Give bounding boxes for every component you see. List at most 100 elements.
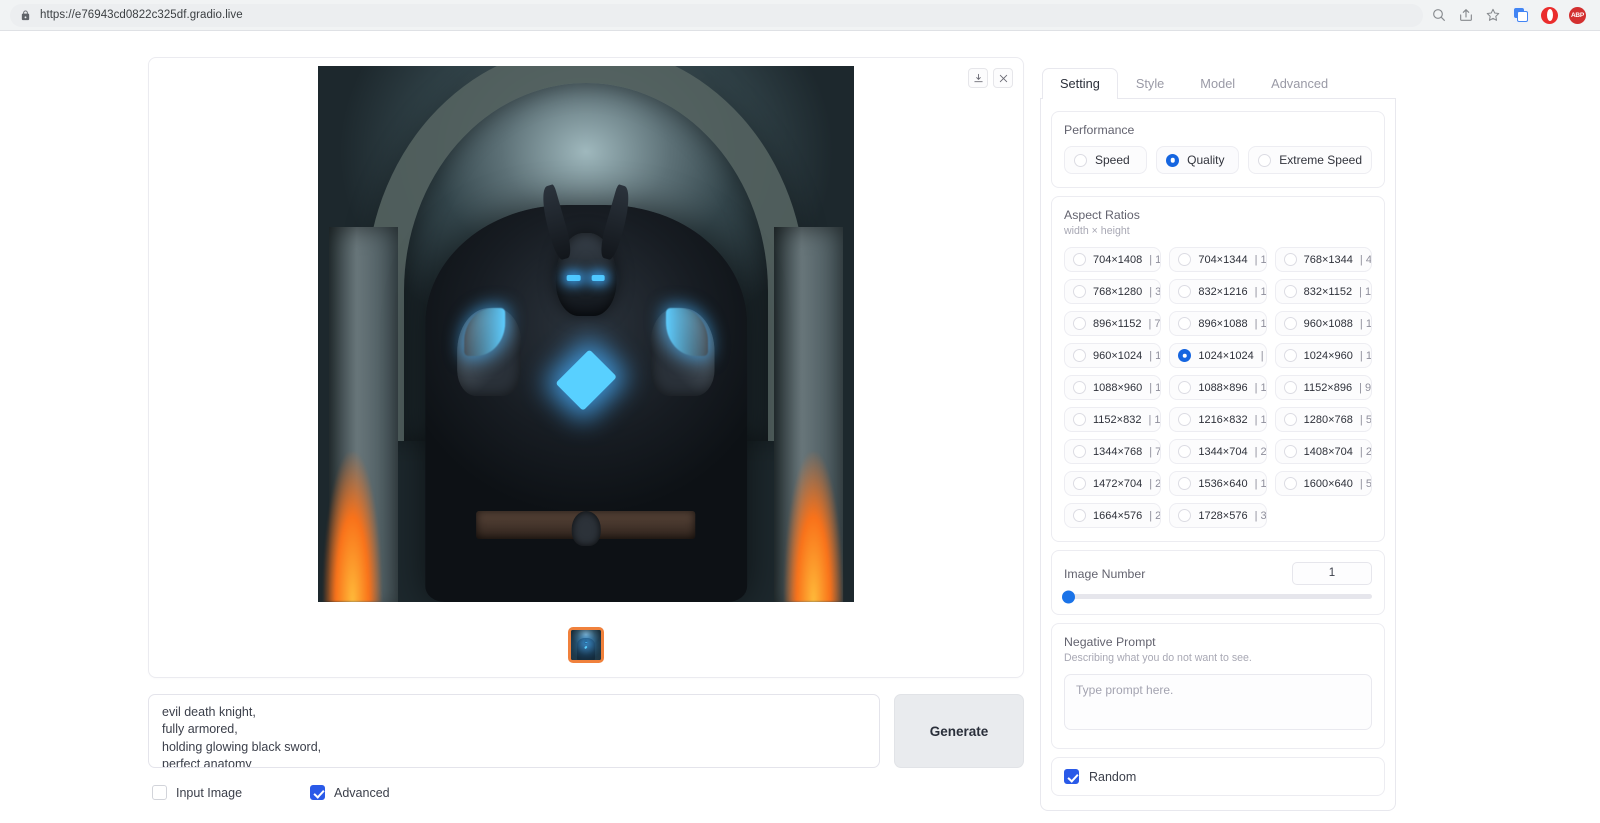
input-image-checkbox[interactable] — [152, 785, 167, 800]
aspect-ratios-sublabel: width × height — [1064, 225, 1130, 237]
advanced-checkbox[interactable] — [310, 785, 326, 800]
radio-icon[interactable] — [1073, 253, 1086, 266]
radio-icon[interactable] — [1178, 381, 1192, 394]
generate-button[interactable]: Generate — [894, 694, 1024, 768]
radio-icon[interactable] — [1073, 285, 1086, 298]
radio-icon[interactable] — [1073, 509, 1086, 522]
radio-icon[interactable] — [1166, 153, 1180, 167]
aspect-ratio-ratio: | 26:9 — [1149, 509, 1162, 522]
aspect-ratio-option-1152x896[interactable]: 1152×896 | 9:7 — [1274, 375, 1372, 400]
adblock-extension-icon[interactable]: ABP — [1569, 6, 1586, 24]
slider-thumb[interactable] — [1062, 590, 1075, 603]
aspect-ratio-option-1280x768[interactable]: 1280×768 | 5:3 — [1274, 407, 1372, 432]
performance-option-speed[interactable]: Speed — [1064, 146, 1148, 174]
input-image-option[interactable]: Input Image — [152, 785, 242, 800]
performance-option-quality[interactable]: Quality — [1156, 146, 1240, 174]
translate-extension-icon[interactable] — [1512, 6, 1530, 24]
share-icon[interactable] — [1458, 7, 1474, 23]
aspect-ratio-ratio: | 13:18 — [1359, 285, 1372, 298]
radio-icon[interactable] — [1283, 317, 1297, 330]
aspect-ratio-option-1344x704[interactable]: 1344×704 | 21:11 — [1169, 439, 1267, 464]
opera-extension-icon[interactable] — [1541, 6, 1558, 24]
image-number-slider[interactable] — [1062, 590, 1372, 603]
radio-icon[interactable] — [1283, 413, 1297, 426]
random-checkbox[interactable] — [1064, 769, 1079, 784]
aspect-ratio-option-1472x704[interactable]: 1472×704 | 23:11 — [1064, 471, 1162, 496]
image-number-value[interactable]: 1 — [1292, 562, 1372, 585]
thumbnail-item[interactable] — [568, 627, 604, 663]
aspect-ratio-option-1728x576[interactable]: 1728×576 | 3:1 — [1169, 503, 1267, 528]
image-number-label: Image Number — [1064, 566, 1146, 581]
close-button[interactable] — [993, 68, 1013, 88]
aspect-ratio-option-768x1344[interactable]: 768×1344 | 4:7 — [1274, 247, 1372, 272]
aspect-ratio-ratio: | 7:9 — [1148, 317, 1161, 330]
zoom-icon[interactable] — [1431, 7, 1447, 23]
aspect-ratio-option-1600x640[interactable]: 1600×640 | 5:2 — [1274, 471, 1372, 496]
radio-icon[interactable] — [1178, 349, 1192, 362]
radio-icon[interactable] — [1073, 445, 1086, 458]
tab-setting[interactable]: Setting — [1042, 68, 1118, 99]
radio-icon[interactable] — [1073, 381, 1086, 394]
generated-image[interactable] — [318, 66, 854, 602]
aspect-ratio-option-832x1216[interactable]: 832×1216 | 13:19 — [1169, 279, 1267, 304]
aspect-ratio-dimensions: 1216×832 — [1198, 413, 1248, 426]
aspect-ratio-option-960x1024[interactable]: 960×1024 | 15:16 — [1064, 343, 1162, 368]
aspect-ratio-dimensions: 1024×960 — [1303, 349, 1353, 362]
settings-column: Setting Style Model Advanced Performance… — [1040, 31, 1500, 823]
aspect-ratio-option-896x1088[interactable]: 896×1088 | 14:17 — [1169, 311, 1267, 336]
artwork — [318, 66, 854, 602]
aspect-ratio-option-1152x832[interactable]: 1152×832 | 18:13 — [1064, 407, 1162, 432]
radio-icon[interactable] — [1074, 153, 1087, 167]
star-icon[interactable] — [1485, 7, 1501, 23]
aspect-ratio-option-704x1344[interactable]: 704×1344 | 11:21 — [1169, 247, 1267, 272]
aspect-ratio-option-1088x896[interactable]: 1088×896 | 17:14 — [1169, 375, 1267, 400]
aspect-ratio-option-1408x704[interactable]: 1408×704 | 2:1 — [1274, 439, 1372, 464]
radio-icon[interactable] — [1178, 509, 1192, 522]
advanced-option[interactable]: Advanced — [310, 785, 390, 800]
aspect-ratio-option-768x1280[interactable]: 768×1280 | 3:5 — [1064, 279, 1162, 304]
aspect-ratio-ratio: | 11:21 — [1254, 253, 1266, 266]
radio-icon[interactable] — [1073, 317, 1086, 330]
download-button[interactable] — [968, 68, 988, 88]
aspect-ratio-option-1344x768[interactable]: 1344×768 | 7:4 — [1064, 439, 1162, 464]
address-bar[interactable]: https://e76943cd0822c325df.gradio.live — [10, 3, 1423, 27]
random-section[interactable]: Random — [1051, 757, 1385, 796]
radio-icon[interactable] — [1073, 413, 1086, 426]
negative-prompt-input[interactable] — [1064, 674, 1372, 730]
aspect-ratio-option-1216x832[interactable]: 1216×832 | 19:13 — [1169, 407, 1267, 432]
tab-advanced[interactable]: Advanced — [1253, 68, 1346, 99]
aspect-ratio-option-1088x960[interactable]: 1088×960 | 17:15 — [1064, 375, 1162, 400]
aspect-ratio-ratio: | 17:15 — [1149, 381, 1162, 394]
aspect-ratio-option-1664x576[interactable]: 1664×576 | 26:9 — [1064, 503, 1162, 528]
radio-icon[interactable] — [1283, 285, 1297, 298]
tab-model[interactable]: Model — [1182, 68, 1253, 99]
aspect-ratio-option-960x1088[interactable]: 960×1088 | 15:17 — [1274, 311, 1372, 336]
radio-icon[interactable] — [1283, 381, 1297, 394]
radio-icon[interactable] — [1178, 317, 1192, 330]
aspect-ratio-option-704x1408[interactable]: 704×1408 | 1:2 — [1064, 247, 1162, 272]
performance-option-extreme-speed[interactable]: Extreme Speed — [1248, 146, 1372, 174]
radio-icon[interactable] — [1073, 477, 1086, 490]
radio-icon[interactable] — [1283, 445, 1297, 458]
aspect-ratios-label: Aspect Ratios — [1064, 208, 1140, 222]
tab-style[interactable]: Style — [1118, 68, 1182, 99]
aspect-ratio-option-896x1152[interactable]: 896×1152 | 7:9 — [1064, 311, 1162, 336]
radio-icon[interactable] — [1283, 349, 1297, 362]
performance-label: Performance — [1064, 123, 1135, 137]
radio-icon[interactable] — [1258, 153, 1272, 167]
radio-icon[interactable] — [1178, 477, 1192, 490]
aspect-ratio-dimensions: 960×1024 — [1093, 349, 1143, 362]
radio-icon[interactable] — [1178, 413, 1192, 426]
radio-icon[interactable] — [1178, 285, 1192, 298]
radio-icon[interactable] — [1178, 253, 1192, 266]
radio-icon[interactable] — [1178, 445, 1192, 458]
aspect-ratio-option-1536x640[interactable]: 1536×640 | 12:5 — [1169, 471, 1267, 496]
radio-icon[interactable] — [1073, 349, 1086, 362]
prompt-input[interactable] — [148, 694, 880, 768]
thumbnail-strip — [149, 627, 1023, 663]
aspect-ratio-option-832x1152[interactable]: 832×1152 | 13:18 — [1274, 279, 1372, 304]
radio-icon[interactable] — [1283, 477, 1297, 490]
radio-icon[interactable] — [1283, 253, 1297, 266]
aspect-ratio-option-1024x1024[interactable]: 1024×1024 | 1:1 — [1169, 343, 1267, 368]
aspect-ratio-option-1024x960[interactable]: 1024×960 | 16:15 — [1274, 343, 1372, 368]
